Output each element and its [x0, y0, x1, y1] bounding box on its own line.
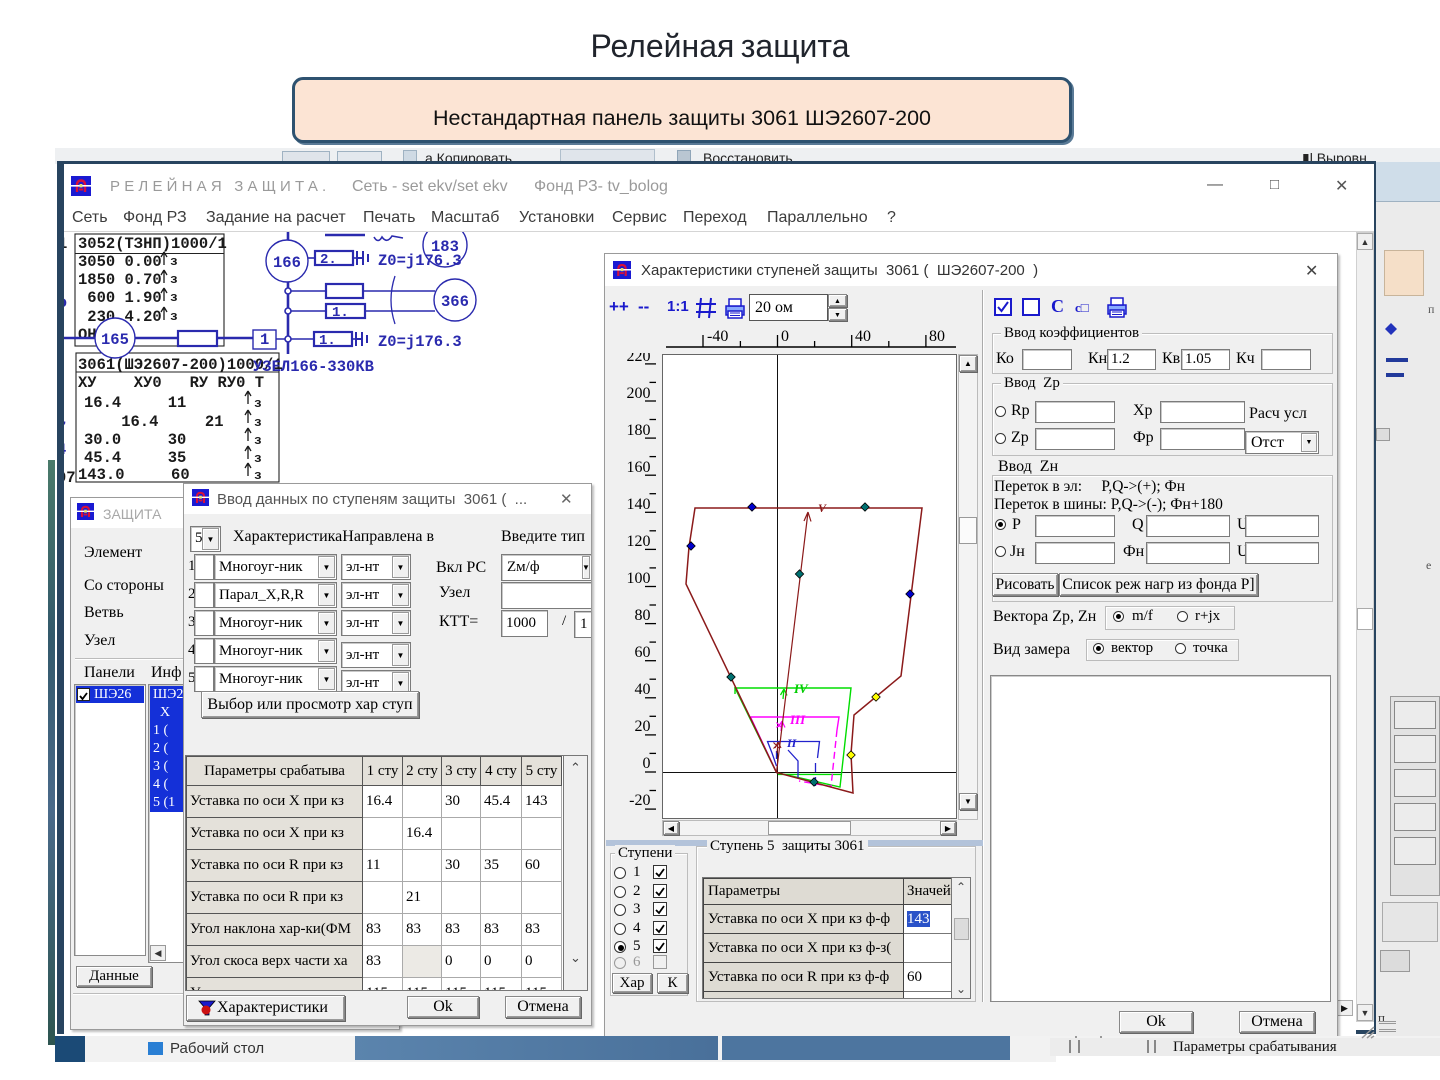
svg-text:30.0 30: 30.0 30	[84, 431, 186, 449]
svg-text:1850 0.70: 1850 0.70	[78, 271, 162, 289]
svg-text:з: з	[254, 433, 262, 448]
svg-text:з: з	[254, 468, 262, 483]
svg-text:166: 166	[273, 254, 301, 272]
svg-text:II: II	[786, 736, 798, 750]
svg-text:40: 40	[635, 681, 651, 698]
svg-text:ОН: ОН	[78, 326, 97, 344]
svg-text:180: 180	[627, 422, 651, 439]
svg-text:з: з	[254, 396, 262, 411]
svg-text:з: з	[170, 309, 178, 324]
svg-text:э: э	[64, 294, 67, 312]
svg-text:16.4 21: 16.4 21	[84, 413, 224, 431]
svg-text:0: 0	[643, 755, 651, 772]
svg-text:IV: IV	[793, 681, 809, 696]
svg-text:20: 20	[635, 718, 651, 735]
svg-text:Z0=j176.3: Z0=j176.3	[378, 333, 462, 351]
svg-text:4: 4	[64, 441, 66, 459]
svg-text:-20: -20	[629, 792, 650, 809]
svg-text:1.: 1.	[332, 305, 349, 321]
svg-text:ХУ ХУ0 RУ RУ0 Т: ХУ ХУ0 RУ RУ0 Т	[78, 374, 264, 392]
svg-text:143.0 60: 143.0 60	[78, 466, 190, 484]
svg-text:60: 60	[635, 644, 651, 661]
svg-text:100: 100	[627, 570, 651, 587]
svg-text:з: з	[170, 254, 178, 269]
svg-text:з: з	[254, 415, 262, 430]
svg-text:3052(ТЗНП)1000/1: 3052(ТЗНП)1000/1	[78, 235, 227, 253]
svg-text:7: 7	[64, 419, 66, 437]
svg-text:1.: 1.	[319, 333, 336, 349]
svg-text:1: 1	[64, 235, 67, 253]
svg-text:УЗЕЛ166-330КВ: УЗЕЛ166-330КВ	[253, 358, 374, 376]
svg-text:200: 200	[627, 385, 651, 402]
svg-text:120: 120	[627, 533, 651, 550]
svg-text:366: 366	[441, 293, 469, 311]
svg-text:-40: -40	[707, 328, 728, 345]
svg-text:0: 0	[781, 328, 789, 345]
svg-text:40: 40	[855, 328, 871, 345]
svg-text:3061(ШЭ2607-200)1000/1: 3061(ШЭ2607-200)1000/1	[78, 356, 283, 374]
svg-text:з: з	[170, 290, 178, 305]
svg-text:з: з	[170, 272, 178, 287]
svg-text:з: з	[254, 451, 262, 466]
svg-text:2.: 2.	[320, 252, 337, 268]
svg-text:600 1.90: 600 1.90	[78, 289, 162, 307]
svg-text:16.4 11: 16.4 11	[84, 394, 186, 412]
svg-text:160: 160	[627, 459, 651, 476]
svg-text:3050 0.00: 3050 0.00	[78, 253, 162, 271]
svg-text:165: 165	[101, 331, 129, 349]
svg-text:220: 220	[627, 353, 651, 365]
svg-text:45.4 35: 45.4 35	[84, 449, 186, 467]
svg-text:140: 140	[627, 496, 651, 513]
svg-text:183: 183	[431, 238, 459, 256]
svg-text:III: III	[789, 712, 806, 727]
svg-text:V: V	[818, 501, 827, 515]
svg-text:80: 80	[929, 328, 945, 345]
svg-text:80: 80	[635, 607, 651, 624]
svg-text:97: 97	[64, 469, 76, 487]
svg-text:1: 1	[260, 331, 269, 349]
